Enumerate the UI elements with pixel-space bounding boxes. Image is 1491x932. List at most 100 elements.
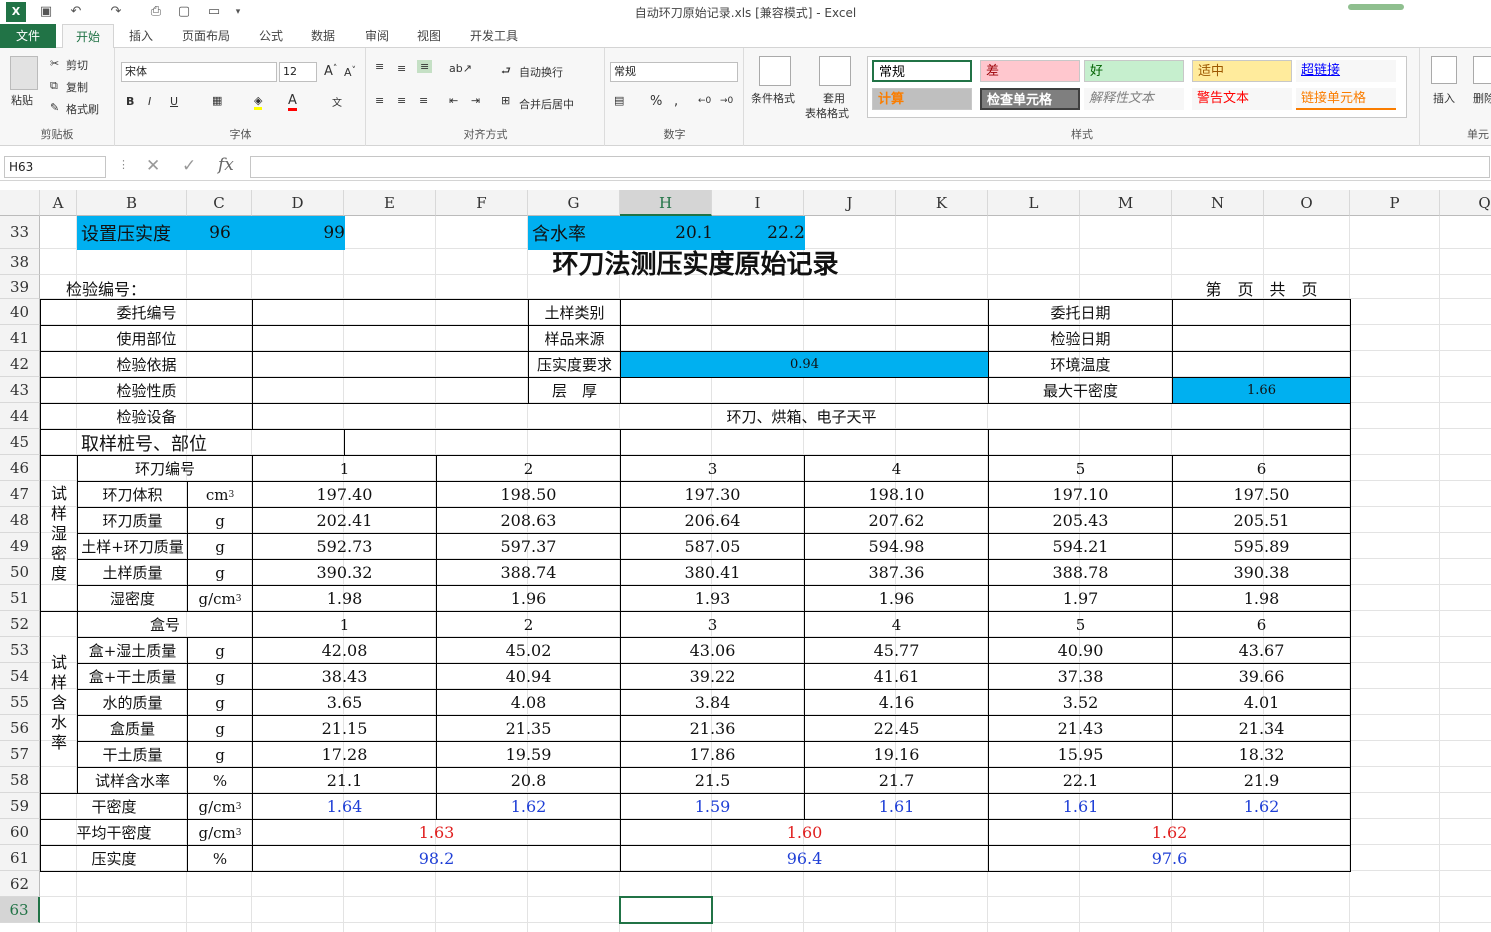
max-dry-density-value[interactable]: 1.66 bbox=[1172, 377, 1351, 404]
info-label-commission-no[interactable]: 委托编号 bbox=[40, 299, 253, 326]
info-value[interactable] bbox=[620, 377, 989, 404]
value-cell[interactable]: 42.08 bbox=[252, 637, 437, 664]
name-box[interactable]: H63 bbox=[4, 156, 106, 178]
value-cell[interactable]: 40.90 bbox=[988, 637, 1173, 664]
shrink-font-icon[interactable]: A˅ bbox=[344, 66, 356, 79]
value-cell[interactable]: 3.52 bbox=[988, 689, 1173, 716]
decrease-indent-icon[interactable]: ⇤ bbox=[449, 94, 458, 107]
number-format-dropdown[interactable]: 常规 bbox=[610, 62, 738, 82]
conditional-format-icon[interactable] bbox=[759, 56, 791, 86]
row-header-43[interactable]: 43 bbox=[0, 377, 40, 403]
row-header-48[interactable]: 48 bbox=[0, 507, 40, 533]
avg-dry-density-label[interactable]: 平均干密度 bbox=[40, 819, 188, 846]
decrease-decimal-icon[interactable]: →0 bbox=[720, 96, 733, 106]
info-label-compaction-requirement[interactable]: 压实度要求 bbox=[528, 351, 621, 378]
column-header-G[interactable]: G bbox=[528, 190, 620, 216]
sample-index-4[interactable]: 4 bbox=[804, 611, 989, 638]
info-label-test-basis[interactable]: 检验依据 bbox=[40, 351, 253, 378]
value-cell[interactable]: 390.32 bbox=[252, 559, 437, 586]
underline-button[interactable]: U bbox=[170, 95, 178, 108]
value-cell[interactable]: 4.08 bbox=[436, 689, 621, 716]
sample-index-1[interactable]: 1 bbox=[252, 455, 437, 482]
row-label[interactable]: 土样+环刀质量 bbox=[77, 533, 188, 560]
value-cell[interactable]: 1.98 bbox=[252, 585, 437, 612]
row-header-62[interactable]: 62 bbox=[0, 871, 40, 897]
insert-cells-button[interactable]: 插入 bbox=[1433, 90, 1455, 106]
cell-style-9[interactable]: 警告文本 bbox=[1192, 88, 1292, 110]
row-header-52[interactable]: 52 bbox=[0, 611, 40, 637]
row-label[interactable]: 环刀体积 bbox=[77, 481, 188, 508]
value-cell[interactable]: 21.7 bbox=[804, 767, 989, 794]
cut-icon[interactable]: ✂ bbox=[50, 57, 59, 70]
unit[interactable]: g bbox=[187, 507, 253, 534]
cell-style-5[interactable]: 超链接 bbox=[1296, 60, 1396, 82]
unit[interactable]: g/cm 3 bbox=[187, 793, 253, 820]
row-header-55[interactable]: 55 bbox=[0, 689, 40, 715]
value-cell[interactable]: 587.05 bbox=[620, 533, 805, 560]
column-header-J[interactable]: J bbox=[804, 190, 896, 216]
sample-index-5[interactable]: 5 bbox=[988, 455, 1173, 482]
fill-color-icon[interactable]: ◈ bbox=[254, 94, 263, 110]
tab-review[interactable]: 审阅 bbox=[356, 24, 398, 48]
tab-data[interactable]: 数据 bbox=[302, 24, 344, 48]
merge-center-icon[interactable]: ⊞ bbox=[501, 94, 510, 107]
value-cell[interactable]: 1.97 bbox=[988, 585, 1173, 612]
accounting-format-icon[interactable]: ▤ bbox=[614, 94, 624, 107]
value-cell[interactable]: 1.96 bbox=[436, 585, 621, 612]
column-header-Q[interactable]: Q bbox=[1440, 190, 1491, 216]
row-header-51[interactable]: 51 bbox=[0, 585, 40, 611]
align-bottom-icon[interactable]: ≡ bbox=[417, 60, 433, 73]
align-right-icon[interactable]: ≡ bbox=[419, 94, 428, 107]
value-cell[interactable]: 19.59 bbox=[436, 741, 621, 768]
water-content-min[interactable]: 20.1 bbox=[620, 216, 713, 250]
value-cell[interactable]: 390.38 bbox=[1172, 559, 1351, 586]
value-cell[interactable]: 197.50 bbox=[1172, 481, 1351, 508]
tab-view[interactable]: 视图 bbox=[408, 24, 450, 48]
wrap-text-icon[interactable]: ⮐ bbox=[501, 62, 511, 81]
font-color-icon[interactable]: A bbox=[288, 93, 297, 111]
value-cell[interactable]: 594.98 bbox=[804, 533, 989, 560]
sampling-location-value[interactable] bbox=[988, 429, 1351, 456]
confirm-edit-icon[interactable]: ✓ bbox=[182, 156, 196, 176]
sheet-title[interactable]: 环刀法测压实度原始记录 bbox=[40, 249, 1351, 276]
row-label[interactable]: 土样质量 bbox=[77, 559, 188, 586]
sample-index-6[interactable]: 6 bbox=[1172, 455, 1351, 482]
row-header-61[interactable]: 61 bbox=[0, 845, 40, 871]
unit[interactable]: g bbox=[187, 559, 253, 586]
format-as-table-label-1[interactable]: 套用 bbox=[823, 90, 845, 106]
column-header-F[interactable]: F bbox=[436, 190, 528, 216]
row-header-42[interactable]: 42 bbox=[0, 351, 40, 377]
paste-button[interactable]: 粘贴 bbox=[11, 92, 33, 108]
insert-function-button[interactable]: fx bbox=[218, 155, 234, 175]
value-cell[interactable]: 592.73 bbox=[252, 533, 437, 560]
delete-cells-button[interactable]: 删除 bbox=[1473, 90, 1491, 106]
sampling-location-value[interactable] bbox=[344, 429, 621, 456]
value-cell[interactable]: 21.34 bbox=[1172, 715, 1351, 742]
value-cell[interactable]: 594.21 bbox=[988, 533, 1173, 560]
orientation-icon[interactable]: ab↗ bbox=[449, 62, 472, 75]
value-cell[interactable]: 4.16 bbox=[804, 689, 989, 716]
value-cell[interactable]: 3.65 bbox=[252, 689, 437, 716]
section-header-label[interactable]: 环刀编号 bbox=[77, 455, 253, 482]
column-header-O[interactable]: O bbox=[1264, 190, 1350, 216]
row-header-60[interactable]: 60 bbox=[0, 819, 40, 845]
value-cell[interactable]: 15.95 bbox=[988, 741, 1173, 768]
cell-style-4[interactable]: 适中 bbox=[1192, 60, 1292, 82]
sample-index-2[interactable]: 2 bbox=[436, 455, 621, 482]
value-cell[interactable]: 205.43 bbox=[988, 507, 1173, 534]
copy-button[interactable]: 复制 bbox=[66, 79, 88, 95]
paste-icon[interactable] bbox=[10, 56, 38, 90]
value-cell[interactable]: 198.10 bbox=[804, 481, 989, 508]
row-header-56[interactable]: 56 bbox=[0, 715, 40, 741]
column-header-L[interactable]: L bbox=[988, 190, 1080, 216]
tab-developer[interactable]: 开发工具 bbox=[462, 24, 526, 48]
value-cell[interactable]: 38.43 bbox=[252, 663, 437, 690]
water-content-max[interactable]: 22.2 bbox=[712, 216, 805, 250]
format-as-table-label-2[interactable]: 表格格式 bbox=[805, 105, 849, 121]
info-value[interactable] bbox=[1172, 325, 1351, 352]
value-cell[interactable]: 388.74 bbox=[436, 559, 621, 586]
row-header-33[interactable]: 33 bbox=[0, 216, 40, 249]
info-value[interactable] bbox=[620, 325, 989, 352]
conditional-format-button[interactable]: 条件格式 bbox=[751, 90, 795, 106]
info-label-test-nature[interactable]: 检验性质 bbox=[40, 377, 253, 404]
